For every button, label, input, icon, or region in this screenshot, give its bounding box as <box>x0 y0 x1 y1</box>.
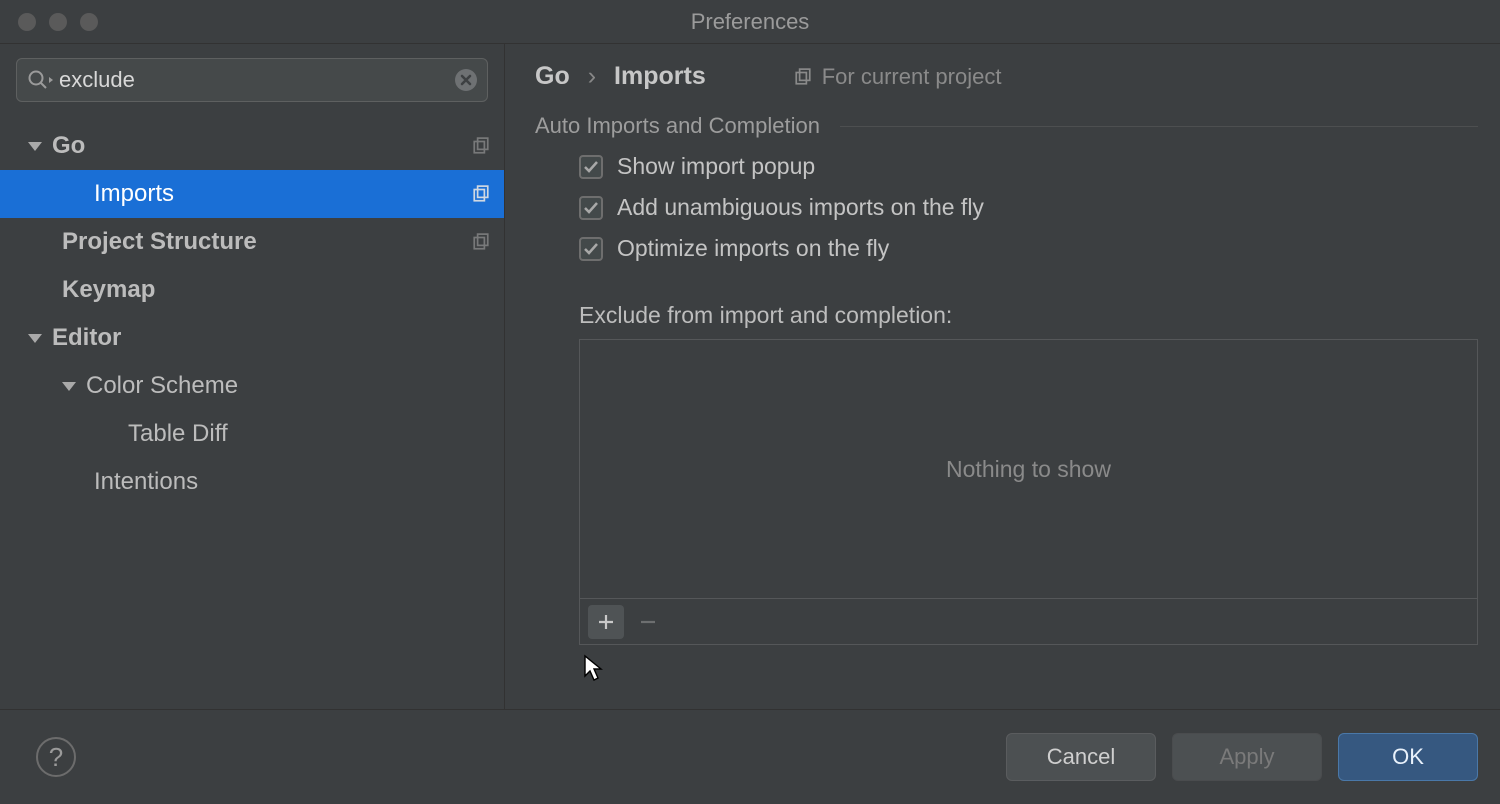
breadcrumb: Go › Imports For current project <box>535 62 1478 113</box>
add-exclude-button[interactable] <box>588 605 624 639</box>
zoom-window-button[interactable] <box>80 13 98 31</box>
project-scope-icon <box>472 137 490 155</box>
empty-list-placeholder: Nothing to show <box>946 456 1111 483</box>
content-panel: Go › Imports For current project Auto Im… <box>505 44 1500 709</box>
project-scope-icon <box>794 68 812 86</box>
sidebar: Go Imports Project Structure Keymap Edit… <box>0 44 505 709</box>
titlebar: Preferences <box>0 0 1500 44</box>
clear-search-button[interactable] <box>453 67 479 93</box>
apply-button: Apply <box>1172 733 1322 781</box>
scope-label: For current project <box>822 64 1002 90</box>
sidebar-item-label: Table Diff <box>128 420 490 448</box>
sidebar-item-keymap[interactable]: Keymap <box>0 266 504 314</box>
sidebar-item-editor[interactable]: Editor <box>0 314 504 362</box>
help-button[interactable]: ? <box>36 737 76 777</box>
project-scope-icon <box>472 185 490 203</box>
sidebar-item-label: Keymap <box>62 276 490 304</box>
exclude-list[interactable]: Nothing to show <box>579 339 1478 599</box>
checkbox[interactable] <box>579 196 603 220</box>
search-field[interactable] <box>16 58 488 102</box>
breadcrumb-segment: Go <box>535 62 570 91</box>
dialog-footer: ? Cancel Apply OK <box>0 709 1500 804</box>
plus-icon <box>596 612 616 632</box>
settings-tree: Go Imports Project Structure Keymap Edit… <box>0 116 504 709</box>
section-header: Auto Imports and Completion <box>535 113 1478 139</box>
close-icon <box>454 68 478 92</box>
search-input[interactable] <box>53 67 453 93</box>
checkbox-show-import-popup[interactable]: Show import popup <box>579 153 1478 180</box>
sidebar-item-label: Imports <box>94 180 472 208</box>
sidebar-item-intentions[interactable]: Intentions <box>0 458 504 506</box>
sidebar-item-label: Project Structure <box>62 228 472 256</box>
help-icon: ? <box>49 742 63 773</box>
button-label: Apply <box>1219 744 1274 770</box>
checkbox-label: Show import popup <box>617 153 815 180</box>
sidebar-item-color-scheme[interactable]: Color Scheme <box>0 362 504 410</box>
section-title: Auto Imports and Completion <box>535 113 820 139</box>
sidebar-item-table-diff[interactable]: Table Diff <box>0 410 504 458</box>
button-label: OK <box>1392 744 1424 770</box>
chevron-down-icon <box>28 142 42 151</box>
separator <box>840 126 1478 127</box>
exclude-list-toolbar <box>579 599 1478 645</box>
button-label: Cancel <box>1047 744 1115 770</box>
sidebar-item-imports[interactable]: Imports <box>0 170 504 218</box>
checkbox[interactable] <box>579 237 603 261</box>
cancel-button[interactable]: Cancel <box>1006 733 1156 781</box>
ok-button[interactable]: OK <box>1338 733 1478 781</box>
sidebar-item-label: Go <box>52 132 472 160</box>
sidebar-item-label: Color Scheme <box>86 372 490 400</box>
minimize-window-button[interactable] <box>49 13 67 31</box>
checkbox[interactable] <box>579 155 603 179</box>
chevron-right-icon: › <box>588 62 596 91</box>
checkbox-label: Add unambiguous imports on the fly <box>617 194 984 221</box>
chevron-down-icon <box>28 334 42 343</box>
window-controls <box>0 13 98 31</box>
remove-exclude-button <box>630 605 666 639</box>
sidebar-item-label: Intentions <box>94 468 490 496</box>
search-icon <box>27 69 53 91</box>
close-window-button[interactable] <box>18 13 36 31</box>
project-scope-icon <box>472 233 490 251</box>
breadcrumb-segment: Imports <box>614 62 706 91</box>
exclude-list-label: Exclude from import and completion: <box>579 302 1478 329</box>
window-title: Preferences <box>0 9 1500 35</box>
checkbox-optimize-imports[interactable]: Optimize imports on the fly <box>579 235 1478 262</box>
sidebar-item-go[interactable]: Go <box>0 122 504 170</box>
chevron-down-icon <box>62 382 76 391</box>
checkbox-label: Optimize imports on the fly <box>617 235 889 262</box>
minus-icon <box>638 612 658 632</box>
sidebar-item-project-structure[interactable]: Project Structure <box>0 218 504 266</box>
scope-indicator: For current project <box>794 64 1002 90</box>
sidebar-item-label: Editor <box>52 324 490 352</box>
checkbox-add-unambiguous-imports[interactable]: Add unambiguous imports on the fly <box>579 194 1478 221</box>
